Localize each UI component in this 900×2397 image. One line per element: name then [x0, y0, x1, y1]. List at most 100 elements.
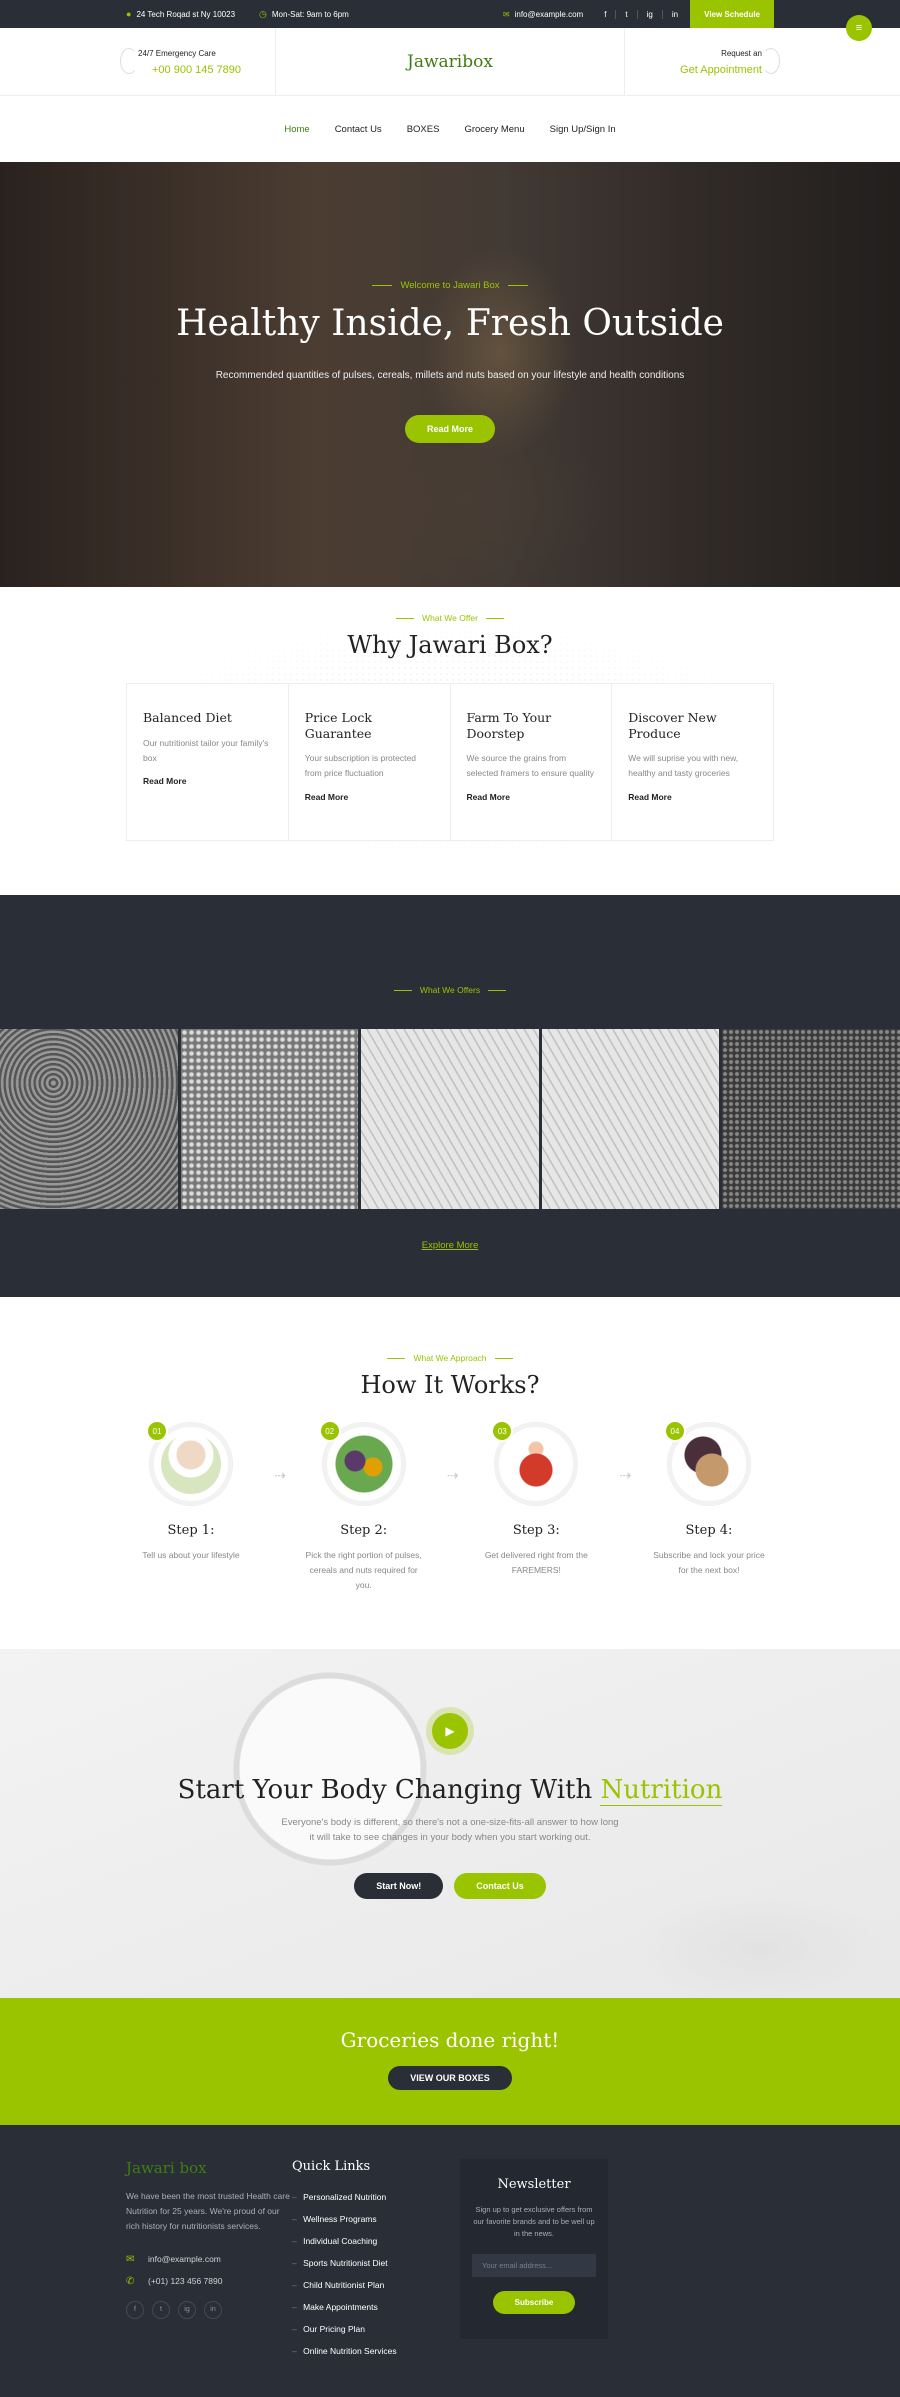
footer: Jawari box We have been the most trusted… — [0, 2125, 900, 2397]
grain-image[interactable] — [0, 1029, 178, 1209]
nav-boxes[interactable]: BOXES — [407, 124, 440, 135]
footer-social: f t ig in — [126, 2300, 292, 2319]
feature-text: We will suprise you with new, healthy an… — [628, 753, 739, 779]
view-boxes-button[interactable]: VIEW OUR BOXES — [388, 2066, 512, 2090]
feature-read-more-link[interactable]: Read More — [143, 776, 272, 786]
twitter-icon[interactable]: t — [152, 2300, 170, 2319]
step-title: Step 2: — [340, 1523, 388, 1538]
feature-card: Discover New Produce We will suprise you… — [612, 684, 773, 840]
menu-toggle-button[interactable]: ≡ — [846, 15, 872, 41]
grain-image[interactable] — [722, 1029, 900, 1209]
twitter-icon[interactable]: t — [615, 9, 628, 19]
step-title: Step 4: — [685, 1523, 733, 1538]
instagram-icon[interactable]: ig — [636, 9, 653, 19]
view-schedule-button[interactable]: View Schedule — [690, 0, 774, 28]
why-subtitle: What We Offer — [0, 587, 900, 623]
hours-item: ◷ Mon-Sat: 9am to 6pm — [259, 9, 349, 20]
map-pin-icon: ● — [126, 9, 132, 19]
social-links: f t ig in — [595, 9, 678, 19]
offers-subtitle: What We Offers — [0, 895, 900, 995]
feature-cards: Balanced Diet Our nutritionist tailor yo… — [126, 683, 774, 841]
cta-title: Start Your Body Changing With Nutrition — [0, 1775, 900, 1806]
quick-link[interactable]: Online Nutrition Services — [292, 2346, 460, 2356]
play-video-button[interactable]: ▶ — [426, 1707, 474, 1755]
newsletter-title: Newsletter — [497, 2177, 571, 2192]
hero-read-more-button[interactable]: Read More — [404, 415, 495, 443]
subscribe-button[interactable]: Subscribe — [492, 2291, 576, 2314]
explore-more-link[interactable]: Explore More — [422, 1240, 479, 1251]
start-now-button[interactable]: Start Now! — [354, 1873, 444, 1900]
step-item: 04 Step 4: Subscribe and lock your price… — [644, 1420, 774, 1593]
envelope-icon: ✉ — [502, 9, 510, 19]
step-number: 02 — [318, 1420, 341, 1442]
grain-image[interactable] — [361, 1029, 539, 1209]
feature-read-more-link[interactable]: Read More — [467, 792, 596, 802]
why-title: Why Jawari Box? — [347, 631, 553, 659]
feature-read-more-link[interactable]: Read More — [628, 792, 757, 802]
grain-image[interactable] — [180, 1029, 359, 1209]
feature-title: Farm To Your Doorstep — [466, 710, 552, 741]
email-text: info@example.com — [514, 9, 584, 19]
quick-link[interactable]: Individual Coaching — [292, 2236, 460, 2246]
quick-links-title: Quick Links — [292, 2159, 371, 2174]
feature-title: Price Lock Guarantee — [304, 710, 372, 741]
step-text: Tell us about your lifestyle — [142, 1550, 240, 1560]
hero-subtitle-text: Welcome to Jawari Box — [400, 280, 500, 291]
cta-title-accent: Nutrition — [600, 1775, 723, 1806]
step-item: 03 ⇢ Step 3: Get delivered right from th… — [471, 1420, 631, 1593]
hero-description: Recommended quantities of pulses, cereal… — [215, 370, 685, 381]
emergency-phone[interactable]: +00 900 145 7890 — [138, 64, 275, 76]
footer-about: We have been the most trusted Health car… — [126, 2191, 290, 2231]
groceries-title: Groceries done right! — [340, 2028, 560, 2052]
quick-link[interactable]: Personalized Nutrition — [292, 2192, 460, 2202]
linkedin-icon[interactable]: in — [661, 9, 678, 19]
request-label: Request an — [721, 48, 762, 58]
linkedin-icon[interactable]: in — [204, 2300, 222, 2319]
grain-image[interactable] — [541, 1029, 720, 1209]
offers-subtitle-text: What We Offers — [419, 985, 481, 995]
nav-sign-in[interactable]: Sign Up/Sign In — [550, 124, 616, 135]
step-title: Step 3: — [512, 1523, 560, 1538]
feature-read-more-link[interactable]: Read More — [305, 792, 434, 802]
cta-text: Everyone's body is different, so there's… — [281, 1817, 619, 1844]
step-text: Pick the right portion of pulses, cereal… — [305, 1550, 422, 1590]
quick-link[interactable]: Make Appointments — [292, 2302, 460, 2312]
facebook-icon[interactable]: f — [126, 2300, 144, 2319]
footer-brand[interactable]: Jawari box — [126, 2159, 292, 2177]
steps-list: 01 ⇢ Step 1: Tell us about your lifestyl… — [126, 1420, 774, 1593]
feature-title: Balanced Diet — [143, 710, 232, 725]
email-link[interactable]: ✉ info@example.com — [503, 10, 583, 19]
step-number: 04 — [663, 1420, 686, 1442]
quick-link[interactable]: Sports Nutritionist Diet — [292, 2258, 460, 2268]
nav-home[interactable]: Home — [284, 124, 309, 135]
how-subtitle: What We Approach — [0, 1297, 900, 1363]
footer-contact: ✉ info@example.com ✆ (+01) 123 456 7890 — [126, 2254, 292, 2287]
nav-contact[interactable]: Contact Us — [335, 124, 382, 135]
contact-us-button[interactable]: Contact Us — [454, 1873, 546, 1900]
footer-email[interactable]: ✉ info@example.com — [126, 2254, 292, 2265]
play-icon: ▶ — [432, 1713, 468, 1749]
header: 24/7 Emergency Care +00 900 145 7890 Jaw… — [0, 28, 900, 96]
facebook-icon[interactable]: f — [595, 10, 606, 19]
footer-email-text: info@example.com — [148, 2254, 221, 2265]
quick-link[interactable]: Wellness Programs — [292, 2214, 460, 2224]
newsletter-email-input[interactable]: Your email address... — [472, 2254, 596, 2277]
main-nav: Home Contact Us BOXES Grocery Menu Sign … — [0, 96, 900, 162]
hero-title: Healthy Inside, Fresh Outside — [176, 303, 724, 344]
instagram-icon[interactable]: ig — [178, 2300, 196, 2319]
why-section: What We Offer Why Jawari Box? Balanced D… — [0, 587, 900, 895]
quick-link[interactable]: Our Pricing Plan — [292, 2324, 460, 2334]
quick-link[interactable]: Child Nutritionist Plan — [292, 2280, 460, 2290]
site-logo[interactable]: Jawaribox — [276, 52, 624, 72]
footer-phone[interactable]: ✆ (+01) 123 456 7890 — [126, 2276, 292, 2287]
step-item: 02 ⇢ Step 2: Pick the right portion of p… — [299, 1420, 459, 1593]
arrow-right-icon: ⇢ — [446, 1467, 459, 1483]
get-appointment-link[interactable]: Get Appointment — [680, 64, 762, 76]
step-item: 01 ⇢ Step 1: Tell us about your lifestyl… — [126, 1420, 286, 1593]
nutritionist-photo — [161, 1434, 221, 1494]
how-section: What We Approach How It Works? 01 ⇢ Step… — [0, 1297, 900, 1649]
delivery-scooter-photo — [506, 1434, 567, 1494]
curl-decoration — [762, 48, 780, 74]
box-delivery-photo — [678, 1434, 739, 1494]
nav-grocery-menu[interactable]: Grocery Menu — [464, 124, 524, 135]
